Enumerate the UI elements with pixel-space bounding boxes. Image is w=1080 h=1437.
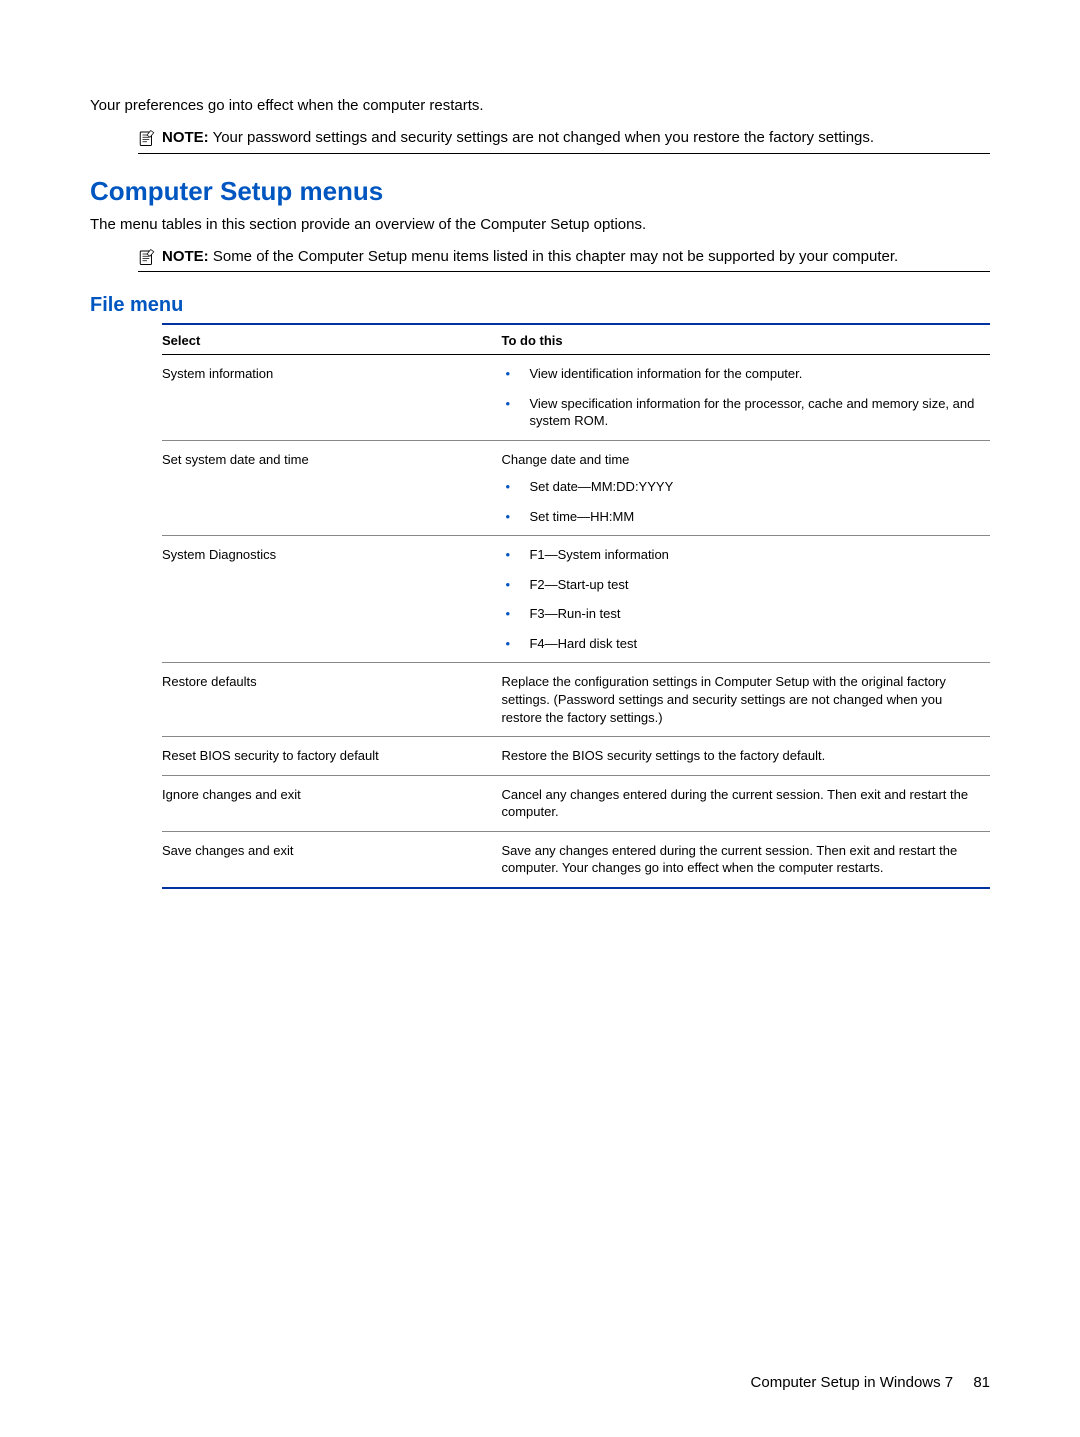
note-body: Your password settings and security sett… xyxy=(213,129,875,146)
table-row: Save changes and exitSave any changes en… xyxy=(162,831,990,888)
note-2-text: NOTE: Some of the Computer Setup menu it… xyxy=(162,247,898,267)
document-page: Your preferences go into effect when the… xyxy=(0,0,1080,1437)
table-header-row: Select To do this xyxy=(162,324,990,355)
footer-text: Computer Setup in Windows 7 xyxy=(751,1374,954,1391)
page-footer: Computer Setup in Windows 7 81 xyxy=(751,1374,990,1391)
todo-cell: Change date and timeSet date—MM:DD:YYYYS… xyxy=(501,440,990,536)
col-select-header: Select xyxy=(162,324,501,355)
table-row: System informationView identification in… xyxy=(162,355,990,441)
bullet-item: F2—Start-up test xyxy=(501,576,984,594)
bullet-item: View specification information for the p… xyxy=(501,395,984,430)
todo-cell: Save any changes entered during the curr… xyxy=(501,831,990,888)
bullet-list: F1—System information F2—Start-up test F3—… xyxy=(501,546,984,652)
note-icon xyxy=(138,129,156,147)
section-heading-computer-setup-menus: Computer Setup menus xyxy=(90,176,990,207)
select-cell: System Diagnostics xyxy=(162,536,501,663)
note-body: Some of the Computer Setup menu items li… xyxy=(213,248,898,265)
note-block-2: NOTE: Some of the Computer Setup menu it… xyxy=(138,247,990,272)
note-icon xyxy=(138,248,156,266)
bullet-item: F4—Hard disk test xyxy=(501,635,984,653)
bullet-item: F3—Run-in test xyxy=(501,605,984,623)
todo-cell: View identification information for the … xyxy=(501,355,990,441)
select-cell: System information xyxy=(162,355,501,441)
note-block-1: NOTE: Your password settings and securit… xyxy=(138,128,990,153)
file-menu-table: Select To do this System informationView… xyxy=(162,323,990,889)
bullet-item: F1—System information xyxy=(501,546,984,564)
note-label: NOTE: xyxy=(162,129,209,146)
note-1-text: NOTE: Your password settings and securit… xyxy=(162,128,874,148)
bullet-item: Set date—MM:DD:YYYY xyxy=(501,478,984,496)
preferences-line: Your preferences go into effect when the… xyxy=(90,96,990,116)
todo-cell: Restore the BIOS security settings to th… xyxy=(501,737,990,776)
table-row: Reset BIOS security to factory defaultRe… xyxy=(162,737,990,776)
select-cell: Save changes and exit xyxy=(162,831,501,888)
col-todo-header: To do this xyxy=(501,324,990,355)
table-row: Restore defaultsReplace the configuratio… xyxy=(162,663,990,737)
select-cell: Set system date and time xyxy=(162,440,501,536)
todo-cell: Cancel any changes entered during the cu… xyxy=(501,775,990,831)
select-cell: Reset BIOS security to factory default xyxy=(162,737,501,776)
section-overview: The menu tables in this section provide … xyxy=(90,215,990,235)
table-row: Ignore changes and exitCancel any change… xyxy=(162,775,990,831)
todo-lead: Replace the configuration settings in Co… xyxy=(501,673,984,726)
table-row: Set system date and timeChange date and … xyxy=(162,440,990,536)
table-row: System DiagnosticsF1—System informationF… xyxy=(162,536,990,663)
todo-lead: Cancel any changes entered during the cu… xyxy=(501,786,984,821)
select-cell: Ignore changes and exit xyxy=(162,775,501,831)
todo-lead: Save any changes entered during the curr… xyxy=(501,842,984,877)
bullet-item: View identification information for the … xyxy=(501,365,984,383)
subsection-heading-file-menu: File menu xyxy=(90,294,990,317)
todo-cell: F1—System information F2—Start-up test F3—… xyxy=(501,536,990,663)
todo-cell: Replace the configuration settings in Co… xyxy=(501,663,990,737)
page-number: 81 xyxy=(973,1374,990,1391)
select-cell: Restore defaults xyxy=(162,663,501,737)
note-label: NOTE: xyxy=(162,248,209,265)
bullet-item: Set time—HH:MM xyxy=(501,508,984,526)
bullet-list: Set date—MM:DD:YYYY Set time—HH:MM xyxy=(501,478,984,525)
todo-lead: Change date and time xyxy=(501,451,984,469)
bullet-list: View identification information for the … xyxy=(501,365,984,430)
todo-lead: Restore the BIOS security settings to th… xyxy=(501,747,984,765)
